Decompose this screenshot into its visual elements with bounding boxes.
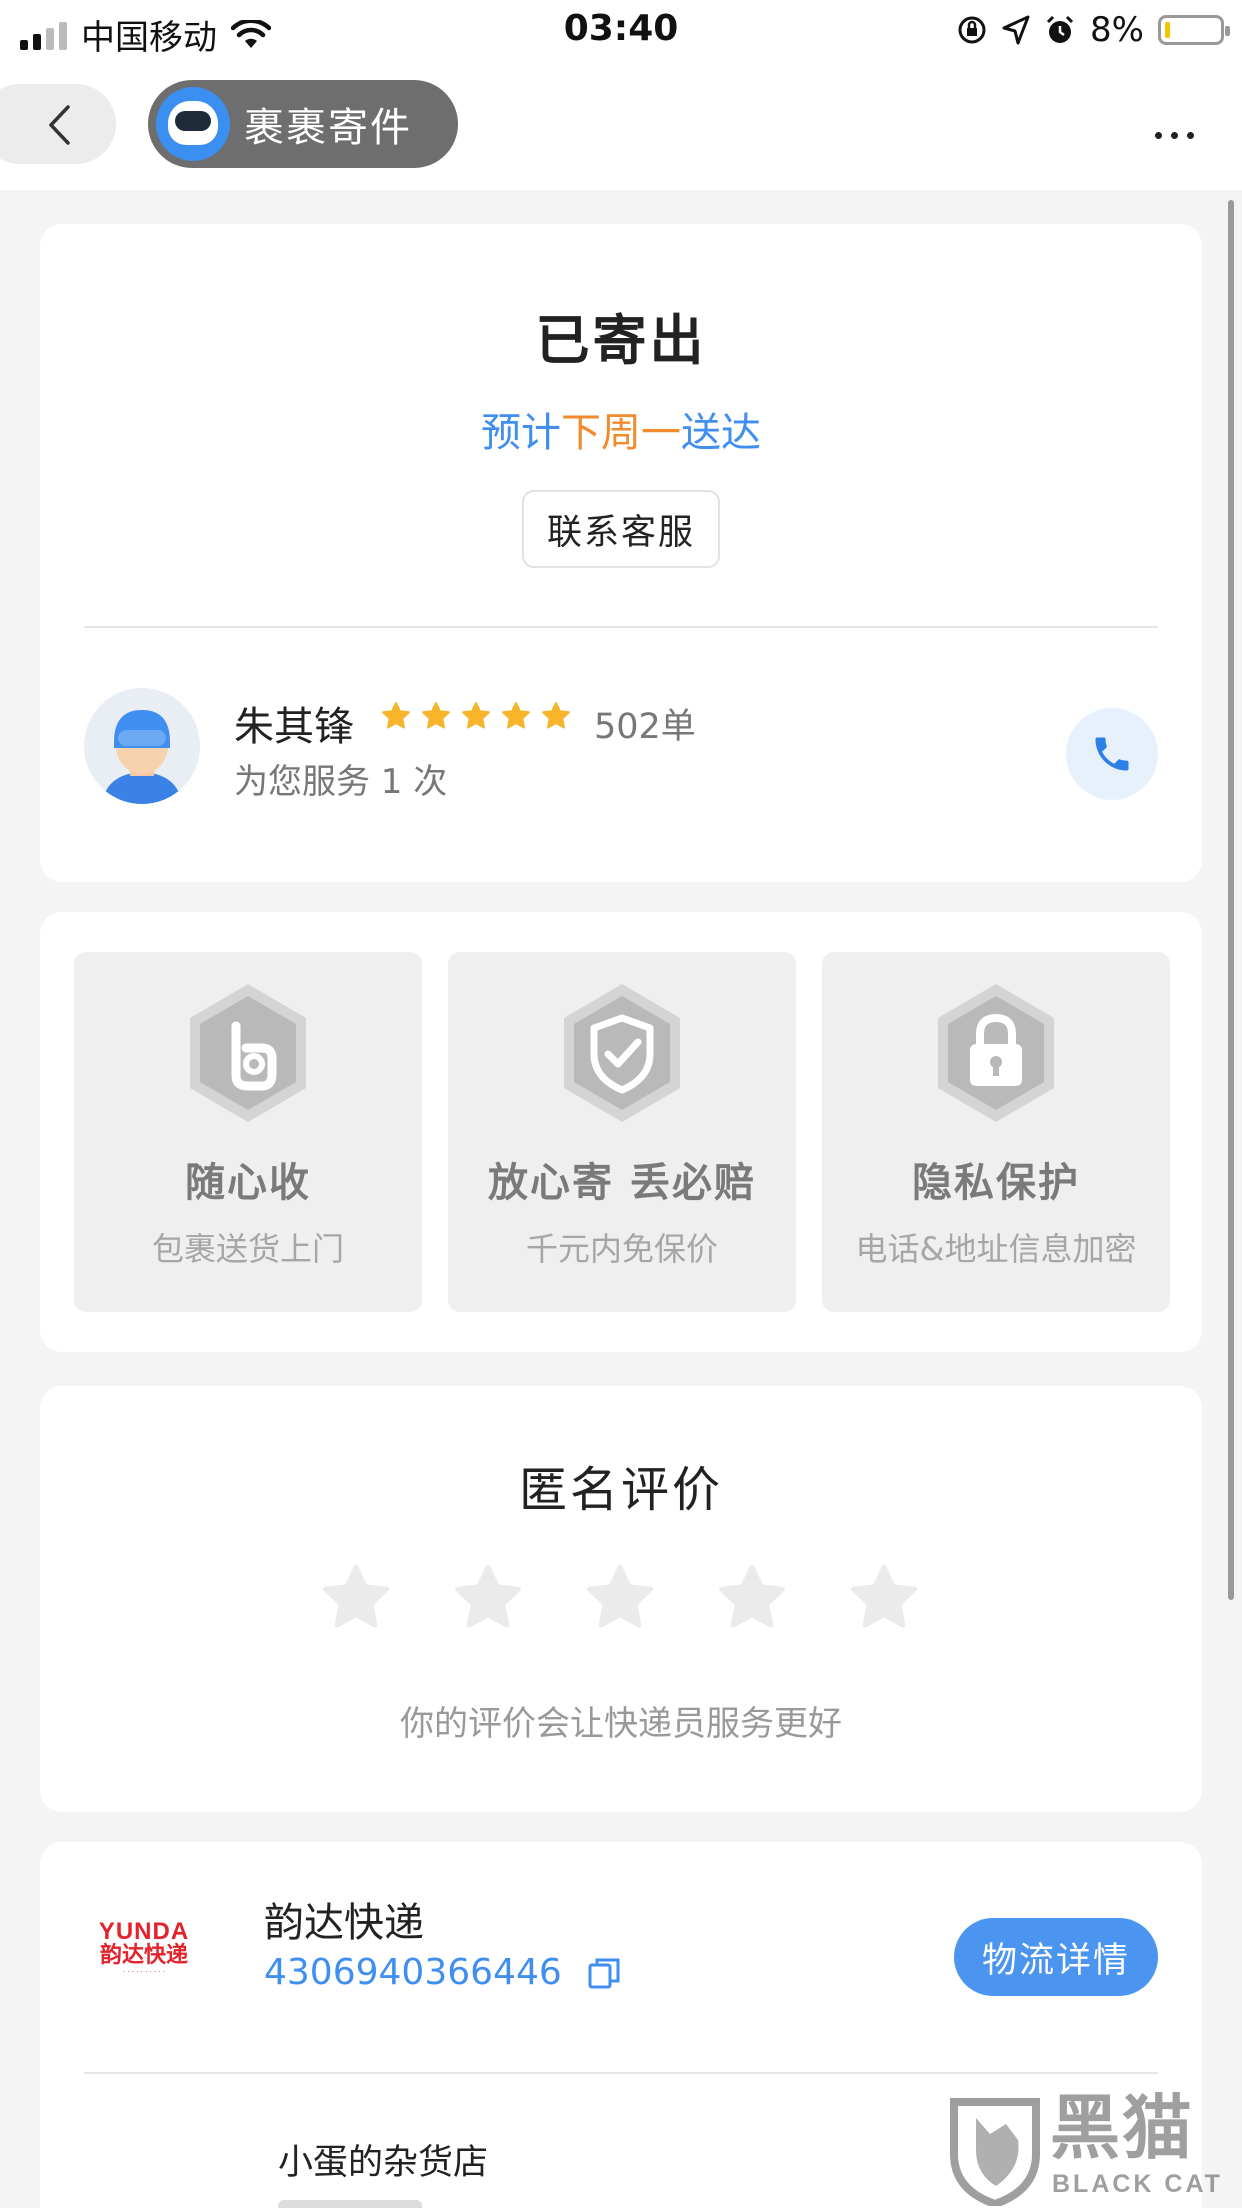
contact-support-button[interactable]: 联系客服 [522, 490, 720, 568]
app-title-pill[interactable]: 裹裹寄件 [148, 80, 458, 168]
rating-stars [318, 1560, 922, 1636]
logistics-detail-button[interactable]: 物流详情 [954, 1918, 1158, 1996]
rating-star-icon[interactable] [318, 1560, 394, 1636]
back-button[interactable] [0, 84, 116, 164]
eta-text: 预计下周一送达 [481, 410, 761, 456]
feature-title: 随心收 [185, 1160, 311, 1206]
product-thumbnail[interactable] [278, 2200, 422, 2208]
feature-subtitle: 包裹送货上门 [151, 1230, 344, 1268]
eta-highlight: 下周一 [561, 410, 681, 456]
feature-guarantee[interactable]: 放心寄 丢必赔 千元内免保价 [448, 952, 796, 1312]
courier-avatar[interactable] [84, 688, 200, 804]
more-button[interactable] [1155, 132, 1194, 139]
ellipsis-icon [1155, 132, 1162, 139]
star-icon [502, 701, 530, 729]
status-right: 8% [956, 10, 1230, 50]
courier-rating [380, 700, 572, 732]
feature-privacy[interactable]: 隐私保护 电话&地址信息加密 [822, 952, 1170, 1312]
courier-orders: 502单 [594, 707, 696, 747]
lock-icon [938, 984, 1054, 1122]
battery-icon [1158, 15, 1230, 45]
feature-subtitle: 电话&地址信息加密 [855, 1230, 1137, 1268]
rating-star-icon[interactable] [450, 1560, 526, 1636]
feature-title: 放心寄 丢必赔 [488, 1160, 756, 1206]
watermark-cn: 黑猫 [1050, 2087, 1194, 2169]
phone-icon [1095, 737, 1129, 771]
app-logo [156, 87, 230, 161]
star-icon [422, 701, 450, 729]
shipment-status: 已寄出 [535, 309, 707, 372]
yunda-logo: YUNDA 韵达快递 · · · · · · · · · · [98, 1918, 190, 1977]
rating-star-icon[interactable] [846, 1560, 922, 1636]
shield-check-icon [564, 984, 680, 1122]
copy-icon[interactable] [586, 1955, 622, 1991]
shop-name: 小蛋的杂货店 [278, 2143, 489, 2183]
rating-title: 匿名评价 [518, 1462, 723, 1518]
orientation-lock-icon [958, 16, 986, 44]
divider [84, 626, 1158, 628]
scrollbar[interactable] [1228, 200, 1234, 1600]
location-icon [1002, 15, 1030, 45]
rating-hint: 你的评价会让快递员服务更好 [400, 1704, 842, 1744]
alarm-icon [1046, 15, 1074, 43]
ok-hand-icon [190, 984, 306, 1122]
feature-subtitle: 千元内免保价 [525, 1230, 718, 1268]
blackcat-watermark: 黑猫 BLACK CAT [946, 2090, 1226, 2208]
star-icon [462, 701, 490, 729]
anonymous-rating-card: 匿名评价 你的评价会让快递员服务更好 [40, 1386, 1202, 1812]
watermark-en: BLACK CAT [1052, 2170, 1223, 2198]
courier-name: 朱其锋 [234, 704, 354, 750]
cat-shield-logo [950, 2098, 1040, 2206]
tracking-number[interactable]: 4306940366446 [264, 1952, 562, 1993]
nav-bar: 裹裹寄件 [0, 62, 1242, 190]
star-icon [542, 701, 570, 729]
tracking-row: 4306940366446 [264, 1952, 622, 1993]
feature-pickup[interactable]: 随心收 包裹送货上门 [74, 952, 422, 1312]
call-courier-button[interactable] [1066, 708, 1158, 800]
rating-star-icon[interactable] [714, 1560, 790, 1636]
status-bar: 中国移动 03:40 8% [0, 0, 1242, 62]
feature-title: 隐私保护 [912, 1160, 1080, 1206]
star-icon [382, 701, 410, 729]
served-count: 为您服务 1 次 [234, 762, 448, 802]
divider [84, 2072, 1158, 2074]
battery-percent: 8% [1090, 10, 1144, 50]
carrier-name: 韵达快递 [264, 1900, 424, 1946]
chevron-left-icon [49, 105, 70, 145]
service-features-card: 随心收 包裹送货上门 放心寄 丢必赔 千元内免保价 隐私保护 电话&地址信息加密 [40, 912, 1202, 1352]
rating-star-icon[interactable] [582, 1560, 658, 1636]
shipment-status-card: 已寄出 预计下周一送达 联系客服 朱其锋 502单 为您服务 1 次 [40, 224, 1202, 882]
app-name: 裹裹寄件 [244, 105, 412, 151]
